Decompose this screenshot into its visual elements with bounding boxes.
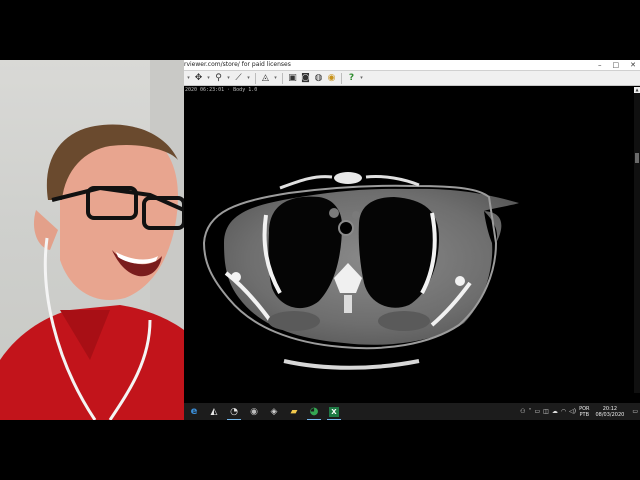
maximize-button[interactable]: □	[613, 60, 620, 70]
clock-app-icon[interactable]: ◔	[224, 403, 244, 420]
excel-icon[interactable]: X	[324, 403, 344, 420]
people-icon[interactable]: ⚇	[520, 403, 525, 420]
wifi-icon[interactable]: ◠	[561, 403, 566, 420]
chevron-down-icon[interactable]: ▾	[206, 73, 211, 84]
coin-icon[interactable]: ◉	[326, 73, 337, 84]
viewer-toolbar: ▾ ✥ ▾ ⚲ ▾ ⟋ ▾ ◬ ▾ ▣ ◙ ◍ ◉ ? ▾	[184, 71, 640, 86]
chevron-down-icon[interactable]: ▾	[246, 73, 251, 84]
chevron-down-icon[interactable]: ▾	[359, 73, 364, 84]
edge-glyph: e	[190, 406, 198, 417]
zoom-icon[interactable]: ⚲	[213, 73, 224, 84]
cloud-icon[interactable]: ☁	[552, 403, 558, 420]
minimize-button[interactable]: –	[598, 60, 602, 70]
viewer-app-glyph: ◈	[270, 406, 278, 417]
obs-icon[interactable]: ◉	[244, 403, 264, 420]
clock[interactable]: 20:12 08/03/2020	[596, 406, 625, 418]
window-controls: – □ ✕	[598, 60, 636, 70]
dicom-viewer-window: rviewer.com/store/ for paid licenses – □…	[184, 60, 640, 403]
clock-app-glyph: ◔	[230, 406, 238, 417]
scrollbar-thumb[interactable]	[635, 153, 639, 163]
volume-icon[interactable]: ◁)	[569, 403, 576, 420]
toolbar-separator	[255, 72, 256, 84]
language-top: POR	[579, 405, 590, 412]
vertical-scrollbar[interactable]	[634, 93, 640, 393]
chrome-glyph: ◕	[309, 406, 319, 417]
obs-glyph: ◉	[250, 406, 258, 417]
windows-taskbar: e ◭ ◔ ◉ ◈ ▰ ◕ X ⚇ ˄ ▭ ◫ ☁ ◠ ◁) POR PTB 2…	[184, 403, 640, 420]
help-icon[interactable]: ?	[346, 73, 357, 84]
clock-date: 08/03/2020	[595, 411, 625, 418]
hand-pan-icon[interactable]: ✥	[193, 73, 204, 84]
language-bottom: PTB	[579, 411, 590, 418]
network-icon[interactable]: ◫	[543, 403, 549, 420]
chevron-down-icon[interactable]: ▾	[226, 73, 231, 84]
file-explorer-glyph: ▰	[290, 406, 298, 417]
ct-axial-slice	[202, 172, 519, 370]
chevron-down-icon[interactable]: ▾	[273, 73, 278, 84]
close-button[interactable]: ✕	[630, 60, 636, 70]
toolbar-separator	[341, 72, 342, 84]
letterbox-top	[0, 0, 640, 60]
film-icon[interactable]: ◙	[300, 73, 311, 84]
photos-glyph: ◭	[210, 406, 218, 417]
webcam-overlay	[0, 60, 184, 420]
language-indicator[interactable]: POR PTB	[579, 406, 589, 418]
system-tray: ⚇ ˄ ▭ ◫ ☁ ◠ ◁) POR PTB 20:12 08/03/2020 …	[520, 403, 638, 420]
image-export-icon[interactable]: ▣	[287, 73, 298, 84]
window-title: rviewer.com/store/ for paid licenses	[184, 61, 291, 68]
ct-image-viewport[interactable]	[184, 93, 634, 393]
battery-icon[interactable]: ▭	[535, 403, 541, 420]
measure-icon[interactable]: ⟋	[233, 73, 244, 84]
chrome-icon[interactable]: ◕	[304, 403, 324, 420]
presenter-image	[0, 60, 184, 420]
excel-glyph: X	[329, 406, 339, 417]
edge-icon[interactable]: e	[184, 403, 204, 420]
windowing-icon[interactable]: ◬	[260, 73, 271, 84]
letterbox-bottom	[0, 420, 640, 480]
globe-icon[interactable]: ◍	[313, 73, 324, 84]
viewer-titlebar: rviewer.com/store/ for paid licenses – □…	[184, 60, 640, 71]
chevron-up-icon[interactable]: ˄	[529, 403, 532, 420]
notification-icon[interactable]: ▭	[632, 403, 638, 420]
toolbar-separator	[282, 72, 283, 84]
viewer-app-icon[interactable]: ◈	[264, 403, 284, 420]
file-explorer-icon[interactable]: ▰	[284, 403, 304, 420]
photos-icon[interactable]: ◭	[204, 403, 224, 420]
chevron-down-icon[interactable]: ▾	[186, 73, 191, 84]
